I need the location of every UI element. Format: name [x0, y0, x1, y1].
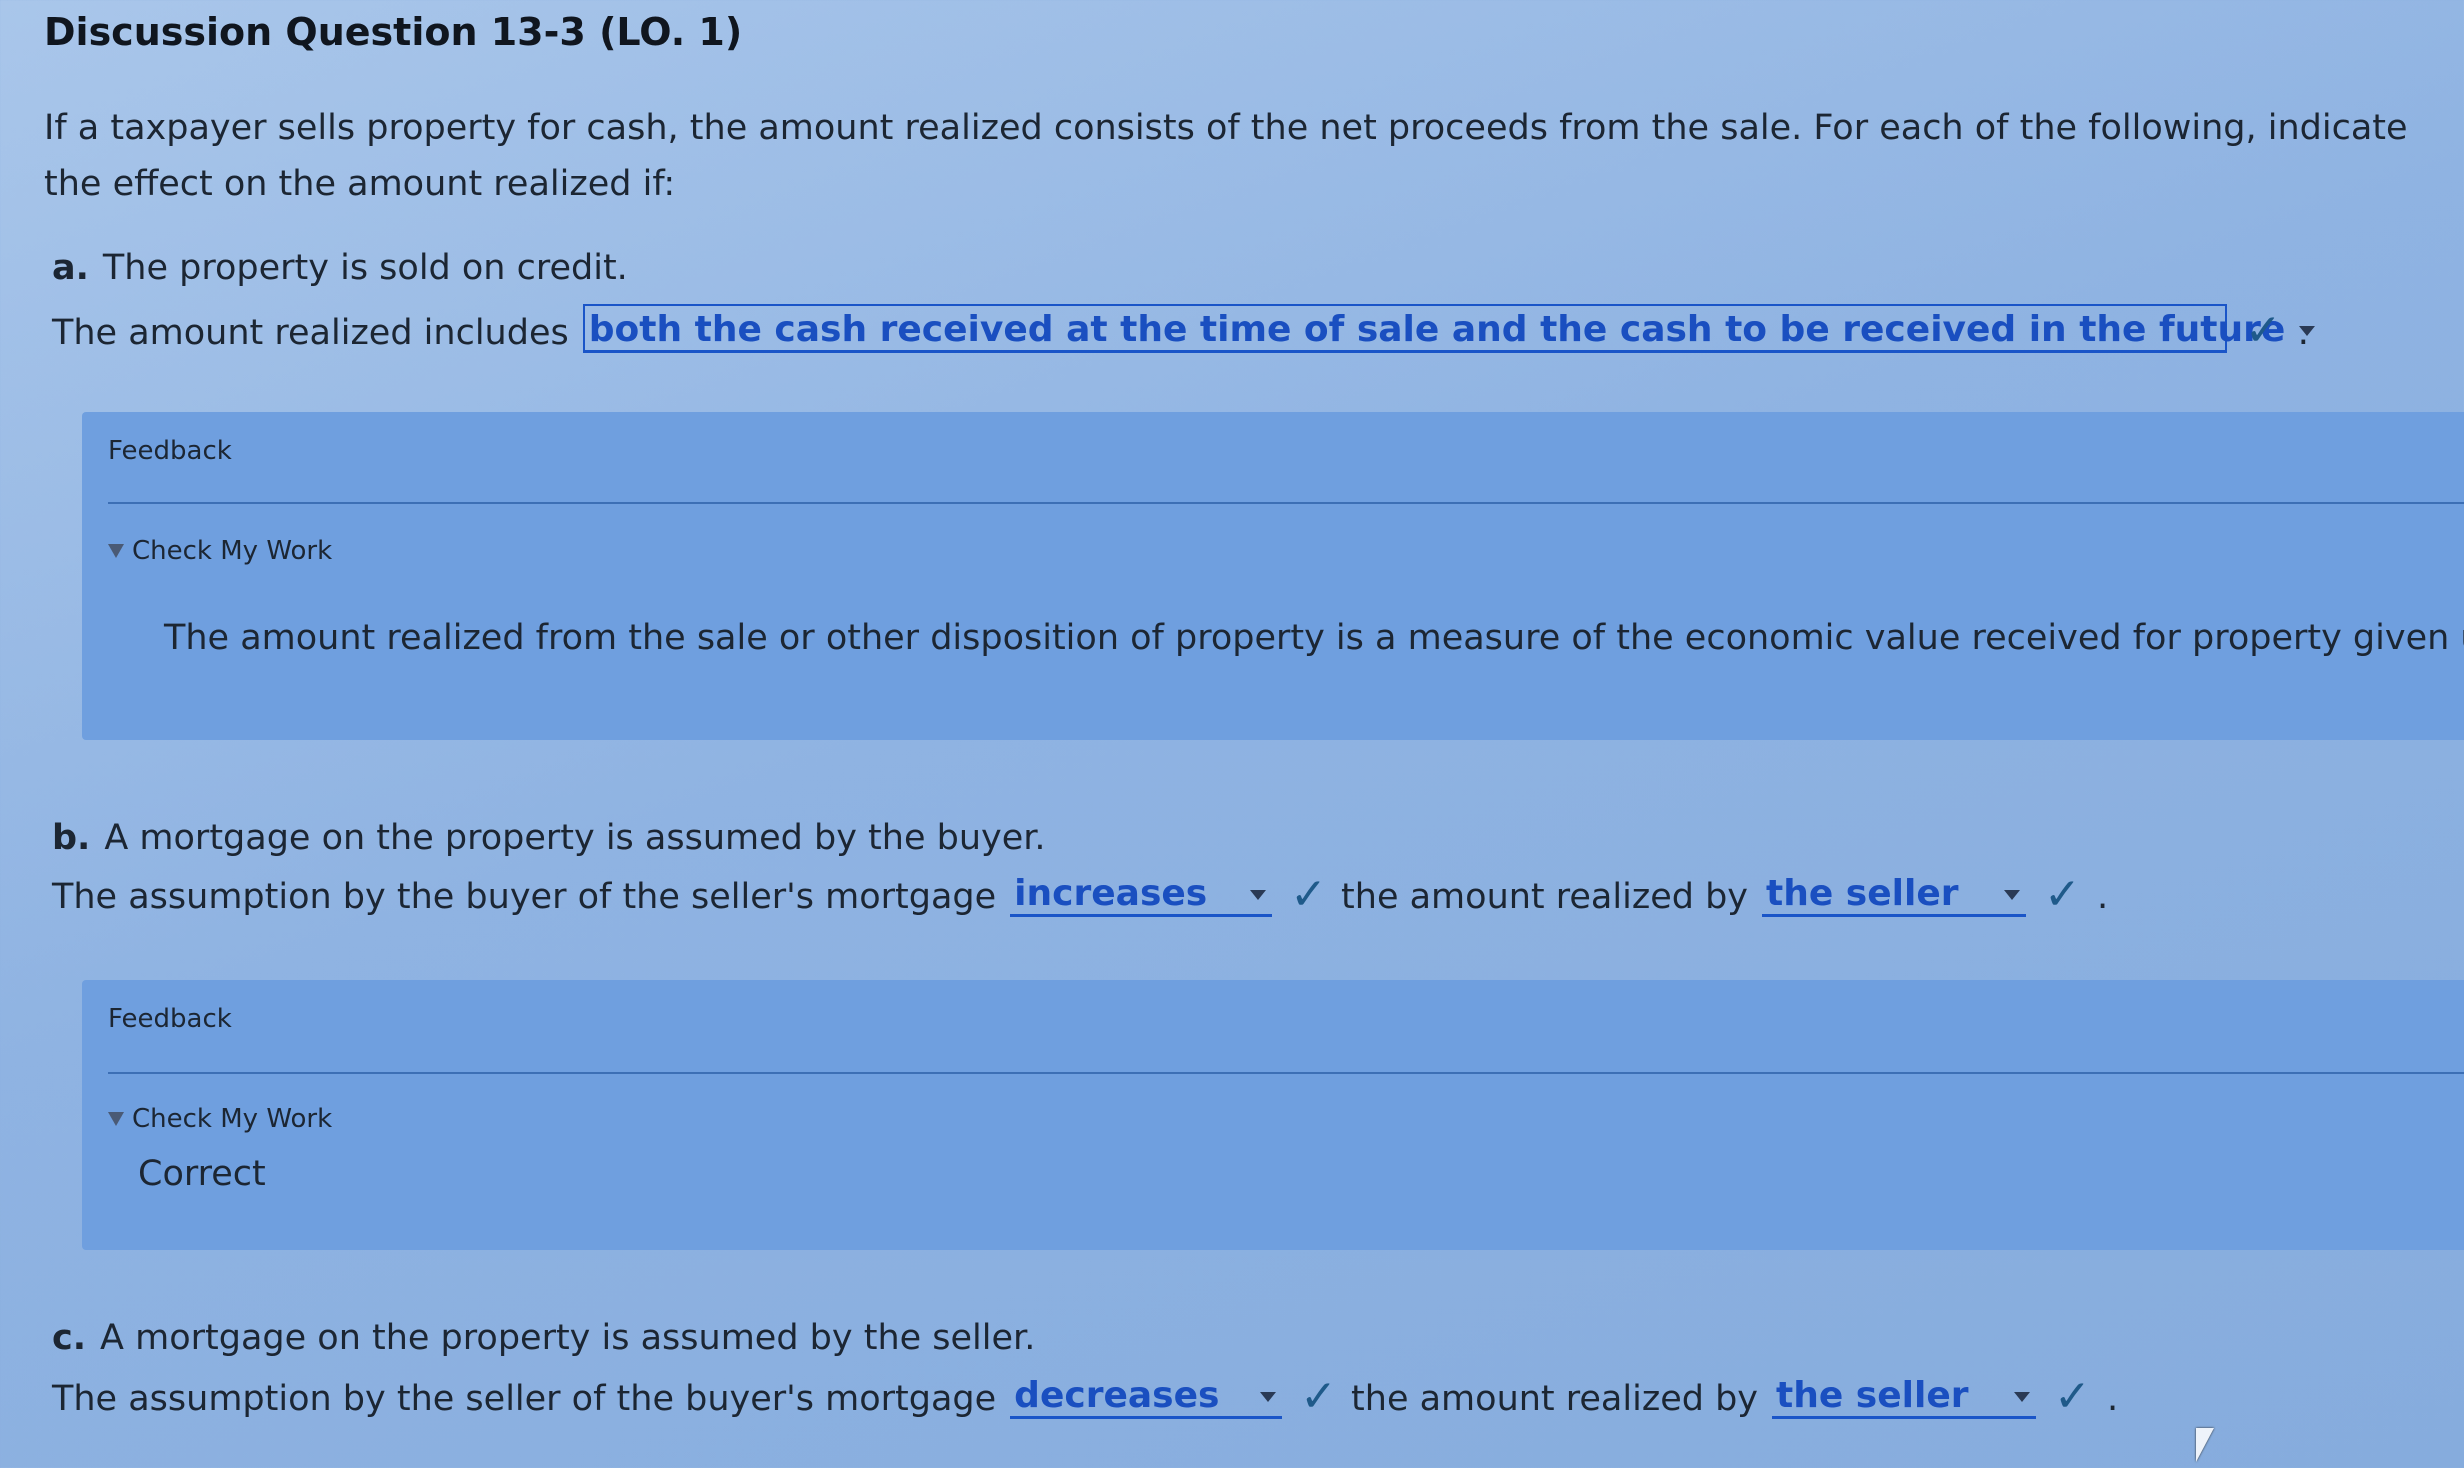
- part-b-feedback-text: Correct: [138, 1154, 266, 1194]
- part-a-suffix: .: [2297, 312, 2310, 353]
- part-a-letter: a.: [52, 248, 89, 288]
- part-a-check-my-work[interactable]: Check My Work: [108, 536, 332, 566]
- checkmark-icon: ✓: [2244, 305, 2282, 356]
- part-b-check-label: Check My Work: [132, 1104, 333, 1134]
- part-a-dropdown-value: both the cash received at the time of sa…: [588, 309, 2286, 350]
- part-b-dropdown-party[interactable]: the seller: [1762, 870, 2027, 917]
- part-a-question-text: The property is sold on credit.: [102, 248, 628, 288]
- part-b-dropdown-effect[interactable]: increases: [1010, 870, 1273, 917]
- part-c-answer-line: The assumption by the seller of the buye…: [52, 1372, 2118, 1419]
- question-intro: If a taxpayer sells property for cash, t…: [44, 108, 2408, 204]
- part-b-prefix: The assumption by the buyer of the selle…: [52, 877, 997, 917]
- part-c-prefix: The assumption by the seller of the buye…: [52, 1379, 997, 1419]
- part-b-suffix: .: [2096, 876, 2109, 917]
- part-b-question-text: A mortgage on the property is assumed by…: [104, 818, 1046, 858]
- part-a-check-label: Check My Work: [132, 536, 333, 566]
- part-c-middle: the amount realized by: [1351, 1379, 1759, 1419]
- part-b-dropdown-party-value: the seller: [1766, 873, 1959, 914]
- checkmark-icon: ✓: [1290, 869, 1328, 920]
- part-b-letter: b.: [52, 818, 91, 858]
- part-a-answer-line: The amount realized includes both the ca…: [52, 304, 2316, 356]
- part-a-feedback-panel: Feedback Check My Work The amount realiz…: [82, 412, 2464, 740]
- part-a-feedback-title: Feedback: [108, 436, 232, 466]
- part-b-middle: the amount realized by: [1341, 877, 1749, 917]
- part-c-dropdown-party-value: the seller: [1776, 1375, 1969, 1416]
- part-b-answer-line: The assumption by the buyer of the selle…: [52, 870, 2108, 917]
- part-c-question-text: A mortgage on the property is assumed by…: [100, 1318, 1036, 1358]
- part-c-dropdown-party[interactable]: the seller: [1772, 1372, 2037, 1419]
- collapse-triangle-icon: [108, 544, 124, 558]
- part-c-letter: c.: [52, 1318, 87, 1358]
- part-a-prefix: The amount realized includes: [52, 313, 569, 353]
- part-b-feedback-title: Feedback: [108, 1004, 232, 1034]
- page-title: Discussion Question 13-3 (LO. 1): [44, 10, 743, 54]
- chevron-down-icon: [1260, 1392, 1277, 1402]
- part-c-question: c. A mortgage on the property is assumed …: [52, 1318, 1035, 1358]
- collapse-triangle-icon: [108, 1112, 124, 1126]
- checkmark-icon: ✓: [1300, 1371, 1338, 1422]
- part-b-feedback-panel: Feedback Check My Work Correct: [82, 980, 2464, 1250]
- part-b-dropdown-effect-value: increases: [1014, 873, 1208, 914]
- checkmark-icon: ✓: [2044, 869, 2081, 920]
- part-c-dropdown-effect-value: decreases: [1014, 1375, 1220, 1416]
- chevron-down-icon: [2004, 890, 2021, 900]
- feedback-divider: [108, 1072, 2464, 1074]
- chevron-down-icon: [2014, 1392, 2031, 1402]
- part-a-dropdown[interactable]: both the cash received at the time of sa…: [582, 304, 2316, 353]
- part-a-question: a. The property is sold on credit.: [52, 248, 628, 288]
- part-b-check-my-work[interactable]: Check My Work: [108, 1104, 332, 1134]
- part-c-dropdown-effect[interactable]: decreases: [1010, 1372, 1283, 1419]
- checkmark-icon: ✓: [2054, 1371, 2091, 1422]
- mouse-cursor-icon: [2196, 1428, 2214, 1462]
- chevron-down-icon: [1250, 890, 1267, 900]
- part-a-feedback-text: The amount realized from the sale or oth…: [164, 618, 2464, 658]
- part-b-question: b. A mortgage on the property is assumed …: [52, 818, 1046, 858]
- part-c-suffix: .: [2106, 1378, 2119, 1419]
- feedback-divider: [108, 502, 2464, 504]
